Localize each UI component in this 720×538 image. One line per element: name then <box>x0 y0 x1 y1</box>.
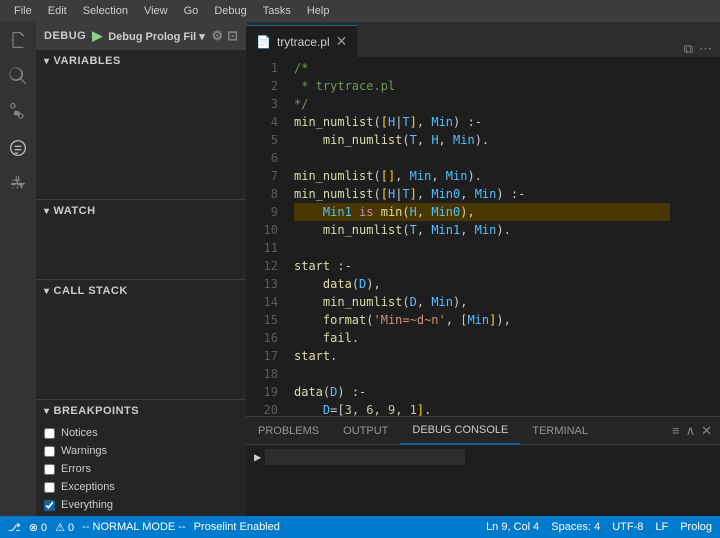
bottom-panel: PROBLEMS OUTPUT DEBUG CONSOLE TERMINAL ≡… <box>246 416 720 516</box>
bp-label-notices: Notices <box>61 427 98 439</box>
mini-map <box>670 57 720 416</box>
line-ending[interactable]: LF <box>655 521 668 533</box>
bp-label-errors: Errors <box>61 463 91 475</box>
menu-go[interactable]: Go <box>178 3 205 19</box>
encoding[interactable]: UTF-8 <box>612 521 643 533</box>
warning-icon: ⚠ <box>55 522 65 534</box>
debug-header: DEBUG ▶ Debug Prolog Fil ▾ ⚙ ⊡ <box>36 22 246 50</box>
menu-view[interactable]: View <box>138 3 174 19</box>
menu-file[interactable]: File <box>8 3 38 19</box>
tab-debug-console[interactable]: DEBUG CONSOLE <box>400 417 520 445</box>
panel-up-icon[interactable]: ∧ <box>686 423 696 439</box>
menu-help[interactable]: Help <box>301 3 336 19</box>
more-actions-icon[interactable]: ⋯ <box>699 41 712 57</box>
tab-output[interactable]: OUTPUT <box>331 417 400 445</box>
debug-icon[interactable] <box>4 134 32 162</box>
bp-checkbox-exceptions[interactable] <box>44 482 55 493</box>
explorer-icon[interactable] <box>4 26 32 54</box>
debug-console-input[interactable] <box>265 449 465 465</box>
bp-item-errors: Errors <box>44 460 238 478</box>
code-content[interactable]: /* * trytrace.pl */ min_numlist([H|T], M… <box>286 57 670 416</box>
breakpoints-section: BREAKPOINTS Notices Warnings Errors Exce… <box>36 399 246 516</box>
error-icon: ⊗ <box>29 522 38 534</box>
main-container: DEBUG ▶ Debug Prolog Fil ▾ ⚙ ⊡ VARIABLES… <box>0 22 720 516</box>
split-editor-icon[interactable]: ⧉ <box>684 41 693 57</box>
menu-bar: File Edit Selection View Go Debug Tasks … <box>0 0 720 22</box>
bp-checkbox-warnings[interactable] <box>44 446 55 457</box>
linter-status: Proselint Enabled <box>194 521 280 533</box>
editor-area: 📄 trytrace.pl ✕ ⧉ ⋯ 1 2 3 4 5 6 7 8 9 10 <box>246 22 720 516</box>
debug-toolbar-icons: ⚙ ⊡ <box>211 28 238 44</box>
panel-tab-right-icons: ≡ ∧ ✕ <box>664 423 720 439</box>
error-number: 0 <box>41 522 47 534</box>
tab-trytrace[interactable]: 📄 trytrace.pl ✕ <box>246 25 357 57</box>
vim-mode: -- NORMAL MODE -- <box>82 521 185 533</box>
debug-console-prompt: ▶ <box>254 449 465 465</box>
menu-selection[interactable]: Selection <box>77 3 134 19</box>
extensions-icon[interactable] <box>4 170 32 198</box>
cursor-position[interactable]: Ln 9, Col 4 <box>486 521 539 533</box>
tab-close-button[interactable]: ✕ <box>336 33 348 50</box>
bp-item-exceptions: Exceptions <box>44 478 238 496</box>
code-editor[interactable]: 1 2 3 4 5 6 7 8 9 10 11 12 13 14 15 16 1… <box>246 57 720 416</box>
breakpoints-header[interactable]: BREAKPOINTS <box>36 400 246 422</box>
search-icon[interactable] <box>4 62 32 90</box>
status-bar: ⎇ ⊗ 0 ⚠ 0 -- NORMAL MODE -- Proselint En… <box>0 516 720 538</box>
language-mode[interactable]: Prolog <box>680 521 712 533</box>
tab-file-icon: 📄 <box>256 35 271 49</box>
tab-bar: 📄 trytrace.pl ✕ ⧉ ⋯ <box>246 22 720 57</box>
warning-number: 0 <box>68 522 74 534</box>
status-right: Ln 9, Col 4 Spaces: 4 UTF-8 LF Prolog <box>486 521 712 533</box>
tab-problems[interactable]: PROBLEMS <box>246 417 331 445</box>
warning-count[interactable]: ⚠ 0 <box>55 521 74 534</box>
prompt-arrow: ▶ <box>254 450 261 464</box>
menu-debug[interactable]: Debug <box>208 3 252 19</box>
status-left: ⎇ ⊗ 0 ⚠ 0 -- NORMAL MODE -- Proselint En… <box>8 521 280 534</box>
callstack-header[interactable]: CALL STACK <box>36 280 246 302</box>
bp-checkbox-errors[interactable] <box>44 464 55 475</box>
menu-tasks[interactable]: Tasks <box>257 3 297 19</box>
bp-checkbox-everything[interactable] <box>44 500 55 511</box>
tab-right-icons: ⧉ ⋯ <box>676 41 720 57</box>
bp-item-warnings: Warnings <box>44 442 238 460</box>
bp-label-warnings: Warnings <box>61 445 107 457</box>
watch-section: WATCH <box>36 199 246 279</box>
bp-item-notices: Notices <box>44 424 238 442</box>
debug-config-dropdown[interactable]: Debug Prolog Fil ▾ <box>108 30 205 43</box>
variables-section: VARIABLES <box>36 50 246 199</box>
debug-label: DEBUG <box>44 30 86 42</box>
line-numbers: 1 2 3 4 5 6 7 8 9 10 11 12 13 14 15 16 1… <box>246 57 286 416</box>
git-icon: ⎇ <box>8 521 21 534</box>
watch-header[interactable]: WATCH <box>36 200 246 222</box>
panel-tab-bar: PROBLEMS OUTPUT DEBUG CONSOLE TERMINAL ≡… <box>246 417 720 445</box>
settings-icon[interactable]: ⚙ <box>211 28 223 44</box>
source-control-icon[interactable] <box>4 98 32 126</box>
tab-filename: trytrace.pl <box>277 35 330 49</box>
activity-bar <box>0 22 36 516</box>
bp-item-everything: Everything <box>44 496 238 514</box>
variables-header[interactable]: VARIABLES <box>36 50 246 72</box>
bp-checkbox-notices[interactable] <box>44 428 55 439</box>
panel-close-icon[interactable]: ✕ <box>701 423 712 439</box>
error-count[interactable]: ⊗ 0 <box>29 521 47 534</box>
clear-console-icon[interactable]: ≡ <box>672 423 680 439</box>
indentation[interactable]: Spaces: 4 <box>551 521 600 533</box>
bp-label-exceptions: Exceptions <box>61 481 115 493</box>
menu-edit[interactable]: Edit <box>42 3 73 19</box>
panel-content: ▶ <box>246 445 720 516</box>
play-button[interactable]: ▶ <box>92 28 102 44</box>
bp-label-everything: Everything <box>61 499 113 511</box>
callstack-section: CALL STACK <box>36 279 246 399</box>
tab-terminal[interactable]: TERMINAL <box>520 417 600 445</box>
breakpoints-list: Notices Warnings Errors Exceptions Every… <box>36 422 246 516</box>
sidebar: DEBUG ▶ Debug Prolog Fil ▾ ⚙ ⊡ VARIABLES… <box>36 22 246 516</box>
more-icon[interactable]: ⊡ <box>227 28 238 44</box>
